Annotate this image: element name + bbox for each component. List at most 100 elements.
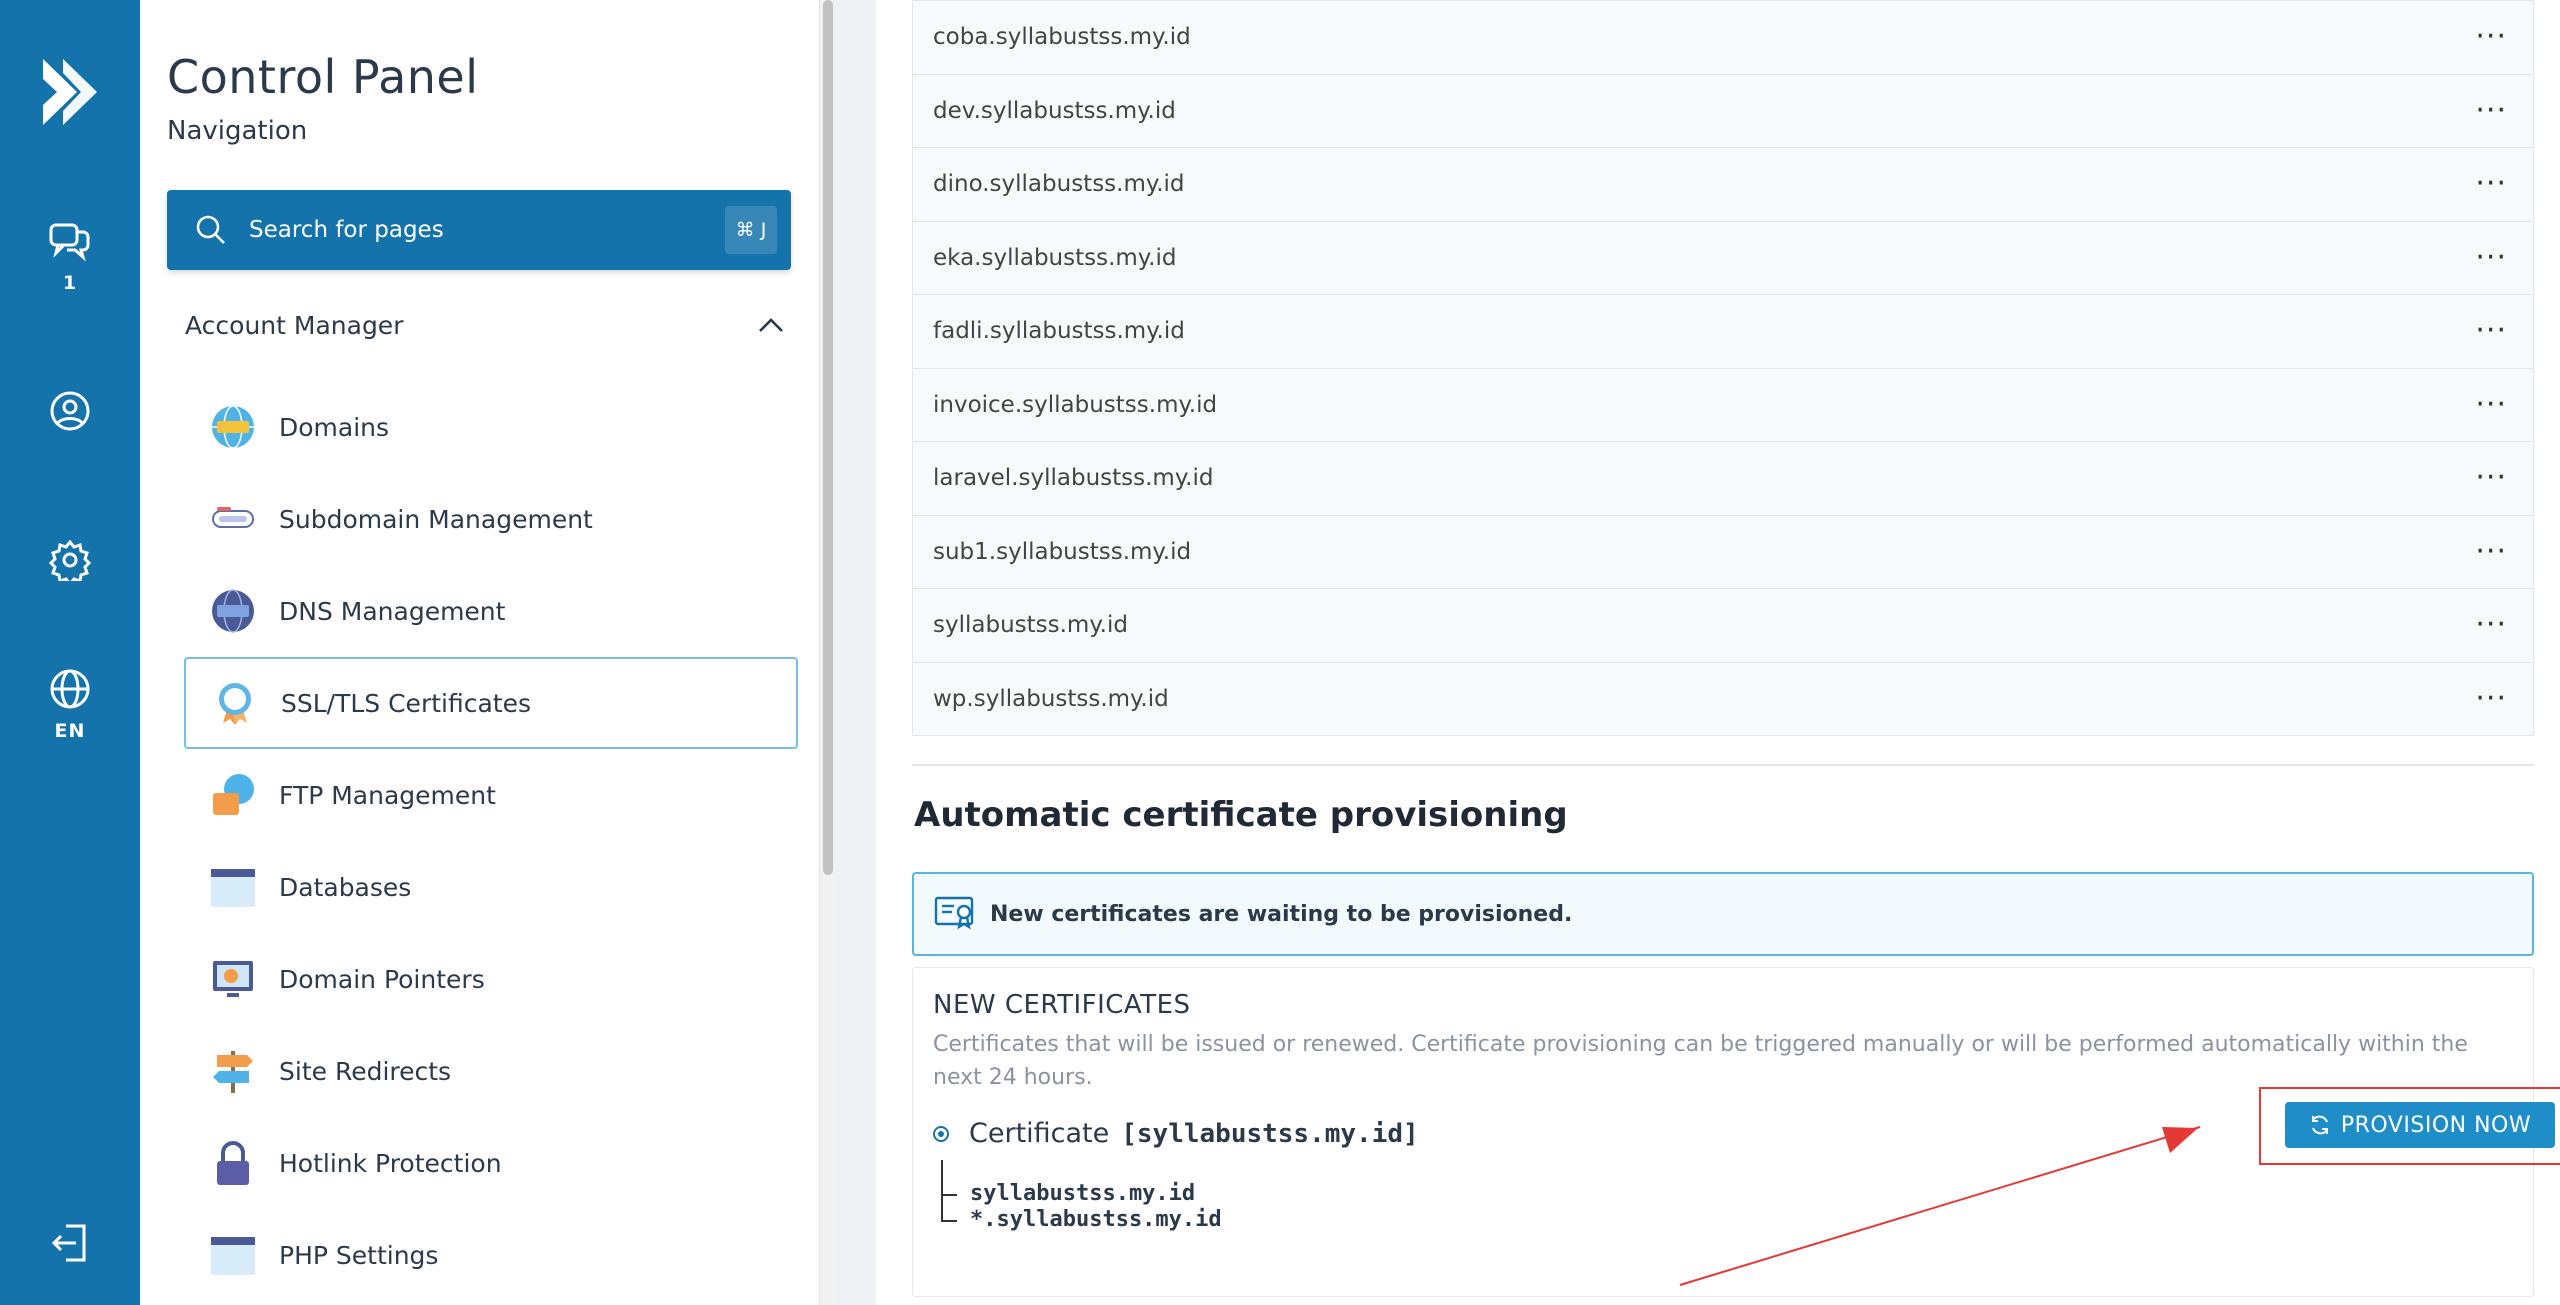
gear-icon: [49, 539, 91, 581]
certificate-item: Certificate [syllabustss.my.id]: [933, 1118, 1419, 1149]
more-options-icon[interactable]: ···: [2475, 683, 2507, 714]
navigation-panel: Control Panel Navigation Search for page…: [140, 0, 820, 1305]
certificate-domain: *.syllabustss.my.id: [970, 1207, 1222, 1232]
globe-icon: [50, 669, 90, 709]
domain-name: invoice.syllabustss.my.id: [933, 391, 1218, 418]
chat-badge: 1: [62, 272, 78, 294]
list-item[interactable]: fadli.syllabustss.my.id ···: [913, 294, 2533, 368]
tree-line: [941, 1160, 961, 1222]
more-options-icon[interactable]: ···: [2475, 610, 2507, 640]
nav-item-label: FTP Management: [279, 780, 496, 810]
user-circle-icon: [50, 391, 90, 431]
sql-icon: [208, 862, 258, 912]
nav-item-label: Hotlink Protection: [279, 1148, 502, 1178]
logout-icon: [51, 1224, 86, 1262]
nav-item-php-settings[interactable]: PHP Settings: [184, 1209, 798, 1301]
logo[interactable]: [0, 55, 140, 129]
language-button[interactable]: EN: [0, 668, 140, 742]
refresh-icon: [2311, 1115, 2328, 1135]
domain-name: coba.syllabustss.my.id: [933, 24, 1191, 51]
list-item[interactable]: invoice.syllabustss.my.id ···: [913, 367, 2533, 441]
more-options-icon[interactable]: ···: [2475, 22, 2507, 52]
list-item[interactable]: dev.syllabustss.my.id ···: [913, 73, 2533, 147]
nav-item-databases[interactable]: Databases: [184, 841, 798, 933]
certificate-icon: [934, 896, 974, 930]
annotation-arrow: [1679, 1126, 2201, 1286]
domain-name: wp.syllabustss.my.id: [933, 685, 1169, 712]
more-options-icon[interactable]: ···: [2475, 316, 2507, 346]
nav-item-ssl-tls-certificates[interactable]: SSL/TLS Certificates: [184, 657, 798, 749]
card-title: NEW CERTIFICATES: [933, 990, 1191, 1020]
more-options-icon[interactable]: ···: [2475, 463, 2507, 493]
domain-list: coba.syllabustss.my.id ··· dev.syllabusts…: [912, 0, 2534, 736]
content-panel: coba.syllabustss.my.id ··· dev.syllabusts…: [876, 0, 2560, 1305]
search-shortcut: ⌘ J: [725, 206, 777, 254]
panel-subtitle: Navigation: [167, 116, 308, 146]
provision-now-button[interactable]: PROVISION NOW: [2285, 1102, 2555, 1148]
subdomain-icon: [208, 494, 258, 544]
provisioning-alert: New certificates are waiting to be provi…: [912, 872, 2534, 956]
domain-pointers-icon: [208, 954, 258, 1004]
profile-button[interactable]: [0, 390, 140, 432]
panel-title: Control Panel: [167, 50, 479, 104]
domain-name: fadli.syllabustss.my.id: [933, 318, 1185, 345]
nav-item-label: DNS Management: [279, 596, 506, 626]
nav-item-label: SSL/TLS Certificates: [281, 688, 531, 718]
certificate-domain: syllabustss.my.id: [970, 1181, 1196, 1206]
divider: [912, 764, 2534, 766]
tree-branch: [941, 1194, 957, 1196]
section-account-manager[interactable]: Account Manager: [185, 305, 785, 345]
left-rail: 1 EN: [0, 0, 140, 1305]
more-options-icon[interactable]: ···: [2475, 389, 2507, 420]
tree-branch: [941, 1220, 957, 1222]
list-item[interactable]: coba.syllabustss.my.id ···: [913, 0, 2533, 74]
nav-item-ftp-management[interactable]: FTP Management: [184, 749, 798, 841]
nav-item-subdomain-management[interactable]: Subdomain Management: [184, 473, 798, 565]
nav-scrollbar[interactable]: [820, 0, 836, 1305]
more-options-icon[interactable]: ···: [2475, 242, 2507, 273]
chat-button[interactable]: 1: [0, 222, 140, 294]
logo-icon: [43, 59, 97, 125]
list-item[interactable]: sub1.syllabustss.my.id ···: [913, 514, 2533, 588]
nav-item-site-redirects[interactable]: Site Redirects: [184, 1025, 798, 1117]
domain-name: laravel.syllabustss.my.id: [933, 465, 1214, 492]
main-area: coba.syllabustss.my.id ··· dev.syllabusts…: [836, 0, 2560, 1305]
more-options-icon[interactable]: ···: [2475, 95, 2507, 126]
alert-text: New certificates are waiting to be provi…: [990, 901, 1573, 927]
list-item[interactable]: laravel.syllabustss.my.id ···: [913, 441, 2533, 515]
list-item[interactable]: syllabustss.my.id ···: [913, 588, 2533, 662]
more-options-icon[interactable]: ···: [2475, 536, 2507, 567]
domain-name: dev.syllabustss.my.id: [933, 97, 1176, 124]
more-options-icon[interactable]: ···: [2475, 169, 2507, 199]
domain-name: sub1.syllabustss.my.id: [933, 538, 1192, 565]
settings-button[interactable]: [0, 539, 140, 581]
language-label: EN: [54, 720, 86, 742]
chat-icon: [49, 223, 90, 262]
nav-item-label: Domain Pointers: [279, 964, 485, 994]
nav-item-domain-pointers[interactable]: Domain Pointers: [184, 933, 798, 1025]
chevron-up-icon: [759, 318, 783, 332]
search-pages-input[interactable]: Search for pages ⌘ J: [167, 190, 791, 270]
search-icon: [196, 215, 225, 244]
nav-item-label: Databases: [279, 872, 412, 902]
dns-icon: [208, 586, 258, 636]
signpost-icon: [208, 1046, 258, 1096]
list-item[interactable]: wp.syllabustss.my.id ···: [913, 661, 2533, 735]
domain-name: syllabustss.my.id: [933, 612, 1128, 639]
logout-button[interactable]: [0, 1222, 140, 1264]
provision-button-label: PROVISION NOW: [2340, 1112, 2532, 1138]
search-placeholder: Search for pages: [249, 217, 444, 243]
nav-item-label: Site Redirects: [279, 1056, 452, 1086]
certificate-label: Certificate: [969, 1118, 1110, 1149]
nav-item-label: Subdomain Management: [279, 504, 593, 534]
nav-scrollbar-thumb[interactable]: [823, 0, 833, 875]
nav-item-hotlink-protection[interactable]: Hotlink Protection: [184, 1117, 798, 1209]
nav-item-dns-management[interactable]: DNS Management: [184, 565, 798, 657]
nav-item-label: Domains: [279, 412, 390, 442]
list-item[interactable]: eka.syllabustss.my.id ···: [913, 220, 2533, 294]
nav-item-domains[interactable]: Domains: [184, 381, 798, 473]
domain-name: dino.syllabustss.my.id: [933, 171, 1185, 198]
domain-name: eka.syllabustss.my.id: [933, 244, 1177, 271]
list-item[interactable]: dino.syllabustss.my.id ···: [913, 147, 2533, 221]
lock-icon: [208, 1138, 258, 1188]
